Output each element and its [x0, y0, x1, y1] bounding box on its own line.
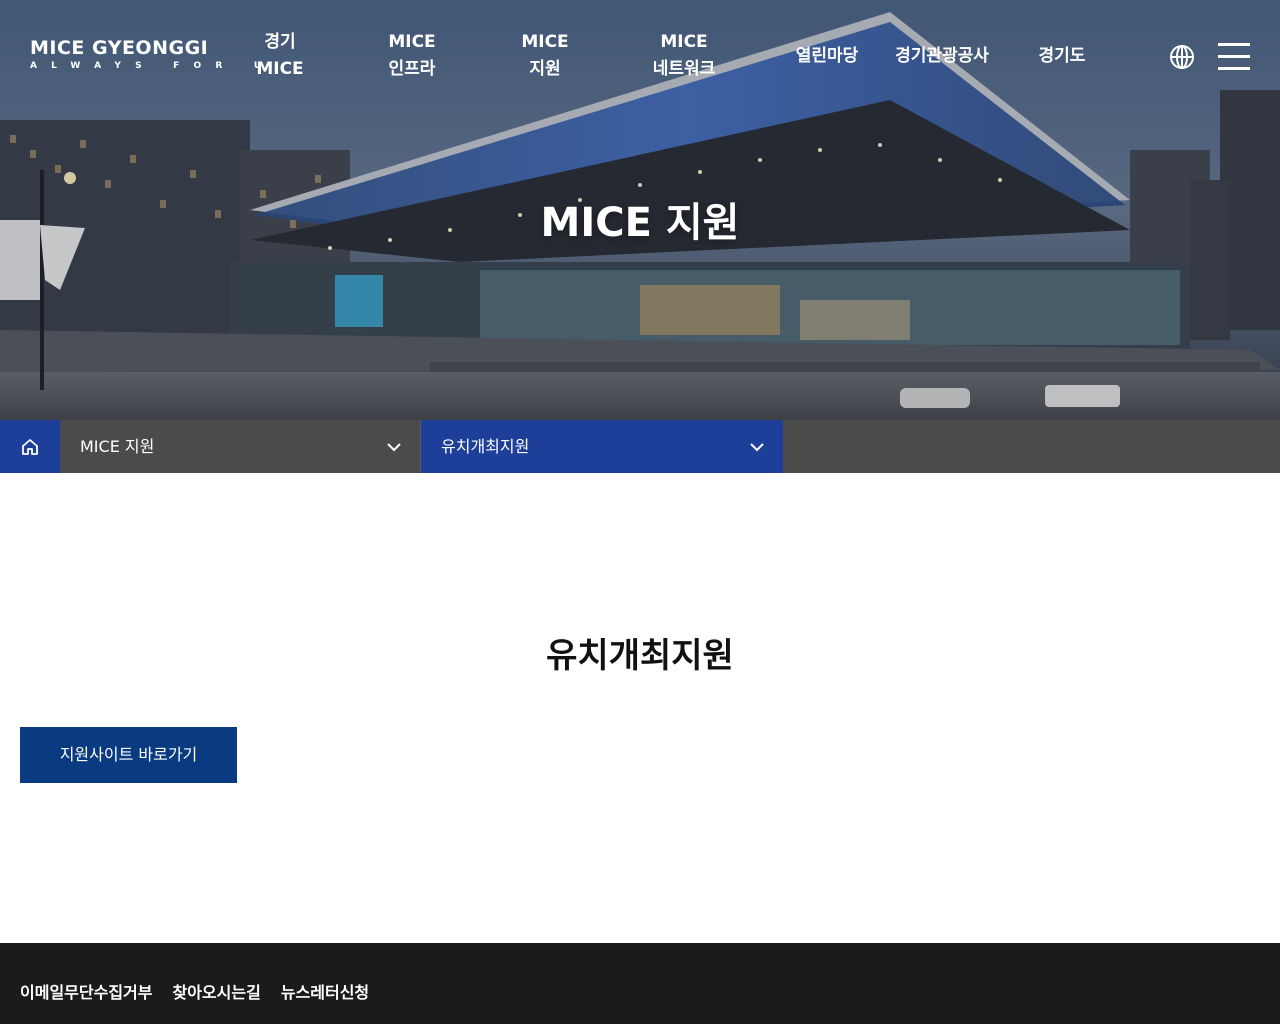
nav-label-line1: MICE — [521, 32, 569, 52]
location-depth1-label: MICE 지원 — [80, 437, 155, 456]
nav-label-line1: MICE — [388, 32, 436, 52]
nav-item-mice-support[interactable]: MICE 지원 — [505, 28, 585, 84]
footer: 이메일무단수집거부 찾아오시는길 뉴스레터신청 — [0, 943, 1280, 1024]
support-site-button[interactable]: 지원사이트 바로가기 — [20, 727, 237, 783]
nav-label-line1: MICE — [660, 32, 708, 52]
nav-label-line2: 네트워크 — [652, 59, 716, 79]
nav-label: 경기도 — [1038, 45, 1086, 66]
nav-label-line2: 지원 — [529, 59, 561, 79]
hamburger-icon[interactable] — [1218, 43, 1250, 71]
nav-item-gyeonggi-province[interactable]: 경기도 — [1030, 28, 1094, 84]
chevron-down-icon — [387, 443, 401, 452]
nav-label-line1: 경기 — [264, 32, 296, 52]
nav-item-open-forum[interactable]: 열린마당 — [785, 28, 869, 84]
logo-main-text: MICE GYEONGGI — [30, 37, 209, 59]
nav-item-mice-infra[interactable]: MICE 인프라 — [372, 28, 452, 84]
logo-tagline: ALWAYS FOR U — [30, 61, 276, 71]
nav-label-line2: MICE — [256, 59, 304, 79]
footer-links: 이메일무단수집거부 찾아오시는길 뉴스레터신청 — [20, 979, 369, 1003]
home-button[interactable] — [0, 420, 60, 473]
home-icon — [22, 438, 38, 455]
chevron-down-icon — [750, 443, 764, 452]
location-depth2-dropdown[interactable]: 유치개최지원 — [421, 420, 783, 473]
site-logo[interactable]: MICE GYEONGGI ALWAYS FOR U — [30, 37, 276, 71]
globe-icon[interactable] — [1169, 44, 1195, 70]
page-title: 유치개최지원 — [546, 636, 734, 676]
location-depth2-label: 유치개최지원 — [441, 437, 530, 456]
nav-item-gyeonggi-mice[interactable]: 경기 MICE — [245, 28, 315, 84]
location-bar: MICE 지원 유치개최지원 — [0, 420, 1280, 473]
nav-label-line2: 인프라 — [388, 59, 436, 79]
hero-title: MICE 지원 — [540, 200, 740, 246]
nav-item-gyeonggi-tourism[interactable]: 경기관광공사 — [890, 28, 994, 84]
footer-link-directions[interactable]: 찾아오시는길 — [172, 979, 260, 1003]
footer-link-email-refusal[interactable]: 이메일무단수집거부 — [20, 979, 152, 1003]
nav-label: 경기관광공사 — [895, 45, 989, 66]
nav-label: 열린마당 — [795, 45, 859, 66]
nav-item-mice-network[interactable]: MICE 네트워크 — [634, 28, 734, 84]
footer-link-newsletter[interactable]: 뉴스레터신청 — [281, 979, 369, 1003]
location-depth1-dropdown[interactable]: MICE 지원 — [60, 420, 421, 473]
